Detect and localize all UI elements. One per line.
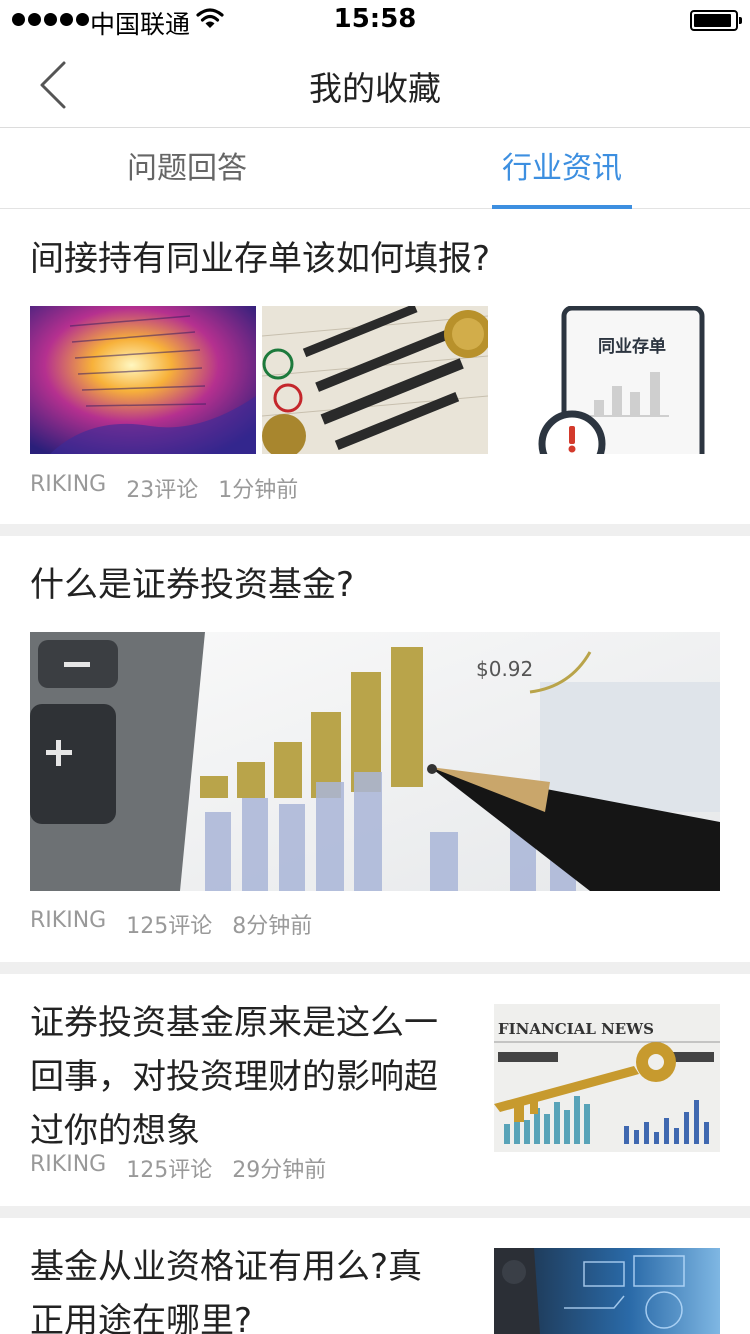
article-meta: RIKING 125评论 8分钟前	[30, 908, 312, 940]
article-card[interactable]: 什么是证券投资基金? $0.92 RIKING 125评论 8分钟前	[0, 536, 750, 962]
tab-industry-news[interactable]: 行业资讯	[492, 129, 632, 209]
article-meta: RIKING 23评论 1分钟前	[30, 472, 298, 504]
article-title: 什么是证券投资基金?	[30, 565, 355, 605]
tab-bar: 问题回答 行业资讯	[0, 129, 750, 209]
article-thumbnail	[494, 1248, 720, 1334]
tab-qa[interactable]: 问题回答	[102, 129, 272, 209]
article-title-line: 基金从业资格证有用么?真	[30, 1247, 423, 1287]
status-time: 15:58	[333, 4, 417, 34]
active-tab-indicator	[492, 205, 632, 209]
article-thumbnail: 同业存单	[494, 306, 720, 454]
article-cover-image: $0.92	[30, 632, 720, 891]
article-author: RIKING	[30, 908, 107, 933]
article-thumbnail	[262, 306, 488, 454]
article-comments: 125评论	[126, 914, 213, 939]
illustration-caption: 同业存单	[598, 336, 666, 357]
article-time: 8分钟前	[232, 914, 313, 939]
article-title-line: 过你的想象	[30, 1111, 200, 1151]
article-title-line: 回事，对投资理财的影响超	[30, 1057, 438, 1097]
battery-icon	[690, 10, 742, 31]
page-title: 我的收藏	[309, 69, 441, 108]
article-title: 间接持有同业存单该如何填报?	[30, 239, 491, 279]
article-card[interactable]: 间接持有同业存单该如何填报? 同业存单 RIKING 23评论 1分钟前	[0, 210, 750, 524]
article-card[interactable]: 基金从业资格证有用么?真 正用途在哪里?	[0, 1218, 750, 1334]
article-author: RIKING	[30, 472, 107, 497]
article-title: 证券投资基金原来是这么一 回事，对投资理财的影响超 过你的想象	[30, 996, 480, 1158]
section-divider	[0, 1206, 750, 1218]
article-time: 1分钟前	[218, 478, 299, 503]
article-meta: RIKING 125评论 29分钟前	[30, 1152, 326, 1184]
article-card[interactable]: 证券投资基金原来是这么一 回事，对投资理财的影响超 过你的想象 FINANCIA…	[0, 974, 750, 1206]
article-title: 基金从业资格证有用么?真 正用途在哪里?	[30, 1240, 480, 1334]
article-comments: 125评论	[126, 1158, 213, 1183]
nav-bar: 我的收藏	[0, 40, 750, 128]
article-author: RIKING	[30, 1152, 107, 1177]
article-thumbnail: FINANCIAL NEWS	[494, 1004, 720, 1152]
newspaper-masthead: FINANCIAL NEWS	[498, 1020, 654, 1038]
article-thumbnail	[30, 306, 256, 454]
section-divider	[0, 524, 750, 536]
article-comments: 23评论	[126, 478, 199, 503]
chart-price-label: $0.92	[476, 657, 533, 681]
article-time: 29分钟前	[232, 1158, 327, 1183]
article-title-line: 正用途在哪里?	[30, 1301, 253, 1334]
article-title-line: 证券投资基金原来是这么一	[30, 1003, 438, 1043]
status-bar: 中国联通 15:58	[0, 0, 750, 40]
section-divider	[0, 962, 750, 974]
